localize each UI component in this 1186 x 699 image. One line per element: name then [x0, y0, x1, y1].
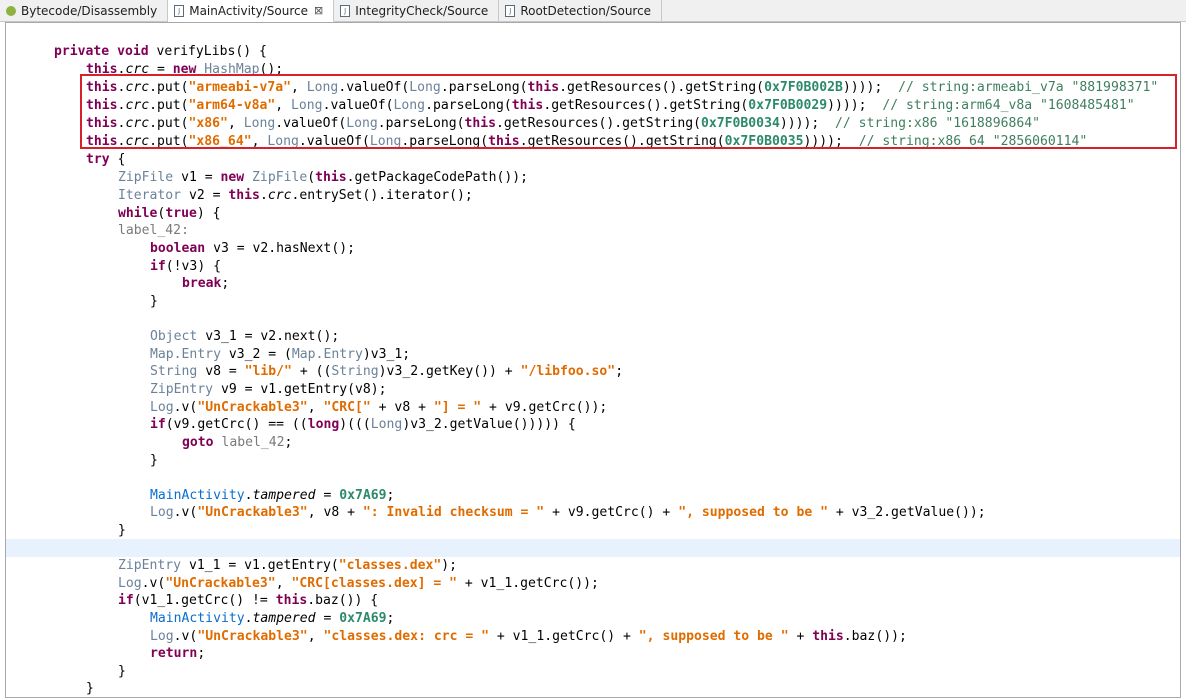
- code-line: }: [150, 294, 158, 309]
- tab-label: RootDetection/Source: [520, 3, 652, 18]
- code-line: Object v3_1 = v2.next();: [150, 329, 340, 344]
- code-line: this.crc.put("arm64-v8a", Long.valueOf(L…: [86, 98, 1135, 113]
- code-line: }: [86, 681, 94, 696]
- code-line: try {: [86, 152, 126, 167]
- code-line: String v8 = "lib/" + ((String)v3_2.getKe…: [150, 364, 624, 379]
- close-tab-icon[interactable]: ⊠: [314, 4, 323, 17]
- code-line: MainActivity.tampered = 0x7A69;: [150, 611, 395, 626]
- code-line: label_42:: [118, 223, 189, 238]
- code-line: this.crc.put("armeabi-v7a", Long.valueOf…: [86, 80, 1159, 95]
- code-line: if(v1_1.getCrc() != this.baz()) {: [118, 593, 379, 608]
- code-line: }: [118, 523, 126, 538]
- source-editor[interactable]: private void verifyLibs() { this.crc = n…: [5, 22, 1181, 698]
- code-line: goto label_42;: [182, 435, 293, 450]
- code-line: private void verifyLibs() {: [54, 44, 267, 59]
- code-line: ZipEntry v9 = v1.getEntry(v8);: [150, 382, 387, 397]
- code-line: ZipEntry v1_1 = v1.getEntry("classes.dex…: [118, 558, 458, 573]
- android-icon: [6, 5, 16, 16]
- tab-integritycheck-source[interactable]: J IntegrityCheck/Source: [334, 0, 500, 21]
- code-line: break;: [182, 276, 230, 291]
- tab-rootdetection-source[interactable]: J RootDetection/Source: [499, 0, 663, 21]
- tab-label: MainActivity/Source: [189, 3, 308, 18]
- java-file-icon: J: [174, 4, 185, 17]
- code-line: if(v9.getCrc() == ((long)(((Long)v3_2.ge…: [150, 417, 576, 432]
- code-line: Log.v("UnCrackable3", v8 + ": Invalid ch…: [150, 505, 986, 520]
- code-line: Map.Entry v3_2 = (Map.Entry)v3_1;: [150, 347, 411, 362]
- current-line-highlight: [6, 539, 1180, 557]
- code-line: this.crc.put("x86", Long.valueOf(Long.pa…: [86, 116, 1040, 131]
- tab-bytecode-disassembly[interactable]: Bytecode/Disassembly: [0, 0, 169, 21]
- code-line: while(true) {: [118, 206, 221, 221]
- code-line: Log.v("UnCrackable3", "classes.dex: crc …: [150, 629, 907, 644]
- code-line: Iterator v2 = this.crc.entrySet().iterat…: [118, 188, 473, 203]
- code-line: this.crc.put("x86_64", Long.valueOf(Long…: [86, 134, 1088, 149]
- editor-tab-bar: Bytecode/Disassembly J MainActivity/Sour…: [0, 0, 1186, 22]
- code-line: this.crc = new HashMap();: [86, 62, 284, 77]
- code-line: MainActivity.tampered = 0x7A69;: [150, 488, 395, 503]
- code-line: boolean v3 = v2.hasNext();: [150, 241, 355, 256]
- code-line: Log.v("UnCrackable3", "CRC[classes.dex] …: [118, 576, 599, 591]
- code-line: ZipFile v1 = new ZipFile(this.getPackage…: [118, 170, 528, 185]
- java-file-icon: J: [505, 4, 516, 17]
- code-line: }: [118, 664, 126, 679]
- code-line: Log.v("UnCrackable3", "CRC[" + v8 + "] =…: [150, 400, 608, 415]
- tab-label: Bytecode/Disassembly: [21, 3, 158, 18]
- java-file-icon: J: [340, 4, 351, 17]
- code-line: return;: [150, 646, 206, 661]
- code-line: if(!v3) {: [150, 259, 221, 274]
- tab-mainactivity-source[interactable]: J MainActivity/Source ⊠: [168, 0, 335, 22]
- code-line: }: [150, 453, 158, 468]
- tab-label: IntegrityCheck/Source: [355, 3, 489, 18]
